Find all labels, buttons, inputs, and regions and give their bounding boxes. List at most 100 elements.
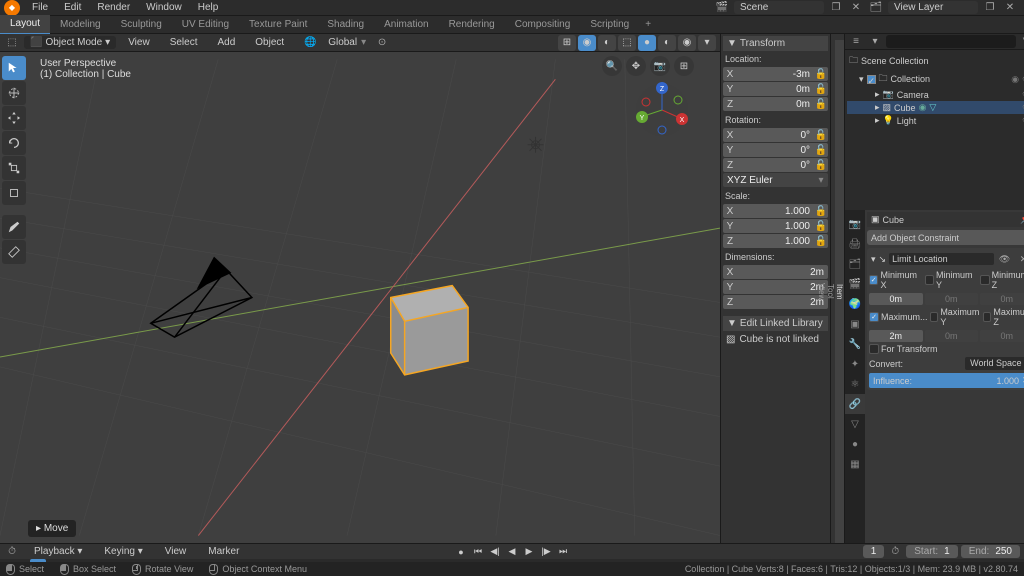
cursor-tool[interactable] [2,81,26,105]
transform-panel-header[interactable]: ▼ Transform [723,36,828,51]
menu-file[interactable]: File [24,0,56,16]
overlay-toggle[interactable]: ⊞ [558,35,576,51]
preview-range-icon[interactable]: ⏱ [887,544,903,560]
prop-tab-data[interactable]: ▽ [845,414,865,434]
scene-new-icon[interactable]: ❐ [828,0,844,16]
tab-compositing[interactable]: Compositing [505,16,581,34]
rot-mode-field[interactable]: XYZ Euler▾ [723,173,828,187]
menu-edit[interactable]: Edit [56,0,89,16]
tree-camera[interactable]: ▸📷Camera👁 [847,88,1024,101]
dim-y-field[interactable]: Y2m [723,280,828,294]
prop-tab-particles[interactable]: ✦ [845,354,865,374]
tl-playback-menu[interactable]: Playback ▾ [26,544,90,560]
max-z-checkbox[interactable] [983,312,992,322]
add-workspace-icon[interactable]: + [639,19,657,30]
rendered-shading[interactable]: ◉ [678,35,696,51]
vp-menu-select[interactable]: Select [162,35,206,51]
max-x-value[interactable]: 2m [869,330,923,342]
tree-collection[interactable]: ▾✓🗀Collection◉👁 [847,70,1024,88]
jump-end-button[interactable]: ⏭ [556,546,570,558]
min-z-value[interactable]: 0m [980,293,1024,305]
tab-layout[interactable]: Layout [0,15,50,35]
vp-menu-view[interactable]: View [120,35,158,51]
tab-animation[interactable]: Animation [374,16,438,34]
min-x-checkbox[interactable]: ✓ [869,275,878,285]
ortho-gizmo[interactable]: ⊞ [674,56,694,76]
tab-texpaint[interactable]: Texture Paint [239,16,317,34]
dim-x-field[interactable]: X2m [723,265,828,279]
n-tab-view[interactable]: View [817,40,826,543]
constraint-expand-icon[interactable]: ▾ [871,254,876,265]
scale-x-field[interactable]: X1.000🔓 [723,204,828,218]
prop-tab-modifier[interactable]: 🔧 [845,334,865,354]
wireframe-shading[interactable]: ⬚ [618,35,636,51]
prop-tab-texture[interactable]: ▦ [845,454,865,474]
exclude-icon[interactable]: ◉ [1011,74,1019,85]
n-tab-tool[interactable]: Tool [826,40,835,543]
timeline-type-icon[interactable]: ⏱ [4,544,20,560]
influence-slider[interactable]: Influence:1.000✕ [869,373,1024,388]
current-frame-field[interactable]: 1 [863,545,885,558]
orientation-icon[interactable]: 🌐 [302,35,318,51]
move-tool[interactable] [2,106,26,130]
menu-render[interactable]: Render [89,0,138,16]
min-x-value[interactable]: 0m [869,293,923,305]
rot-y-field[interactable]: Y0°🔓 [723,143,828,157]
zoom-gizmo[interactable]: 🔍 [602,56,622,76]
overlay-opts[interactable]: ◉ [578,35,596,51]
dim-z-field[interactable]: Z2m [723,295,828,309]
solid-shading[interactable]: ● [638,35,656,51]
loc-z-field[interactable]: Z0m🔓 [723,97,828,111]
prop-tab-object[interactable]: ▣ [845,314,865,334]
pin-icon[interactable]: 📌 [1020,214,1024,225]
constraint-name-field[interactable]: Limit Location [889,253,993,265]
tree-light[interactable]: ▸💡Light👁 [847,114,1024,127]
scale-y-field[interactable]: Y1.000🔓 [723,219,828,233]
rot-z-field[interactable]: Z0°🔓 [723,158,828,172]
mode-selector[interactable]: ⬛ Object Mode ▾ [24,36,116,49]
outliner-type-icon[interactable]: ≡ [848,34,864,50]
tree-cube[interactable]: ▸▨Cube◉▽👁 [847,101,1024,114]
axis-navigation-gizmo[interactable]: X Y Z [634,82,690,138]
measure-tool[interactable] [2,240,26,264]
prop-tab-constraints[interactable]: 🔗 [845,394,865,414]
loc-y-field[interactable]: Y0m🔓 [723,82,828,96]
next-key-button[interactable]: |▶ [539,546,553,558]
rotate-tool[interactable] [2,131,26,155]
prop-tab-scene[interactable]: 🎬 [845,274,865,294]
menu-help[interactable]: Help [190,0,227,16]
prev-key-button[interactable]: ◀| [488,546,502,558]
tl-view-menu[interactable]: View [157,544,195,560]
vp-menu-add[interactable]: Add [209,35,243,51]
filter-icon[interactable]: ▽ [1019,34,1024,50]
select-tool[interactable] [2,56,26,80]
viewlayer-del-icon[interactable]: ✕ [1002,0,1018,16]
play-rev-button[interactable]: ◀ [505,546,519,558]
annotate-tool[interactable] [2,215,26,239]
autokey-button[interactable]: ● [454,546,468,558]
tab-modeling[interactable]: Modeling [50,16,111,34]
max-y-checkbox[interactable] [930,312,939,322]
viewlayer-selector[interactable]: View Layer [888,1,978,14]
max-x-checkbox[interactable]: ✓ [869,312,879,322]
prop-tab-viewlayer[interactable]: 🗂 [845,254,865,274]
loc-x-field[interactable]: X-3m🔓 [723,67,828,81]
lookdev-shading[interactable]: ◐ [658,35,676,51]
vp-menu-object[interactable]: Object [247,35,292,51]
min-y-value[interactable]: 0m [925,293,979,305]
min-y-checkbox[interactable] [925,275,935,285]
pivot-icon[interactable]: ⊙ [374,35,390,51]
for-transform-checkbox[interactable] [869,344,879,354]
jump-start-button[interactable]: ⏮ [471,546,485,558]
prop-tab-physics[interactable]: ⚛ [845,374,865,394]
min-z-checkbox[interactable] [980,275,990,285]
max-y-value[interactable]: 0m [925,330,979,342]
scene-del-icon[interactable]: ✕ [848,0,864,16]
tree-scene-collection[interactable]: 🗀Scene Collection [847,52,1024,70]
menu-window[interactable]: Window [138,0,190,16]
pan-gizmo[interactable]: ✥ [626,56,646,76]
prop-tab-world[interactable]: 🌍 [845,294,865,314]
tab-uv[interactable]: UV Editing [172,16,239,34]
constraint-mute-icon[interactable]: 👁 [997,251,1013,267]
3d-viewport[interactable]: User Perspective (1) Collection | Cube 🔍… [0,52,720,543]
